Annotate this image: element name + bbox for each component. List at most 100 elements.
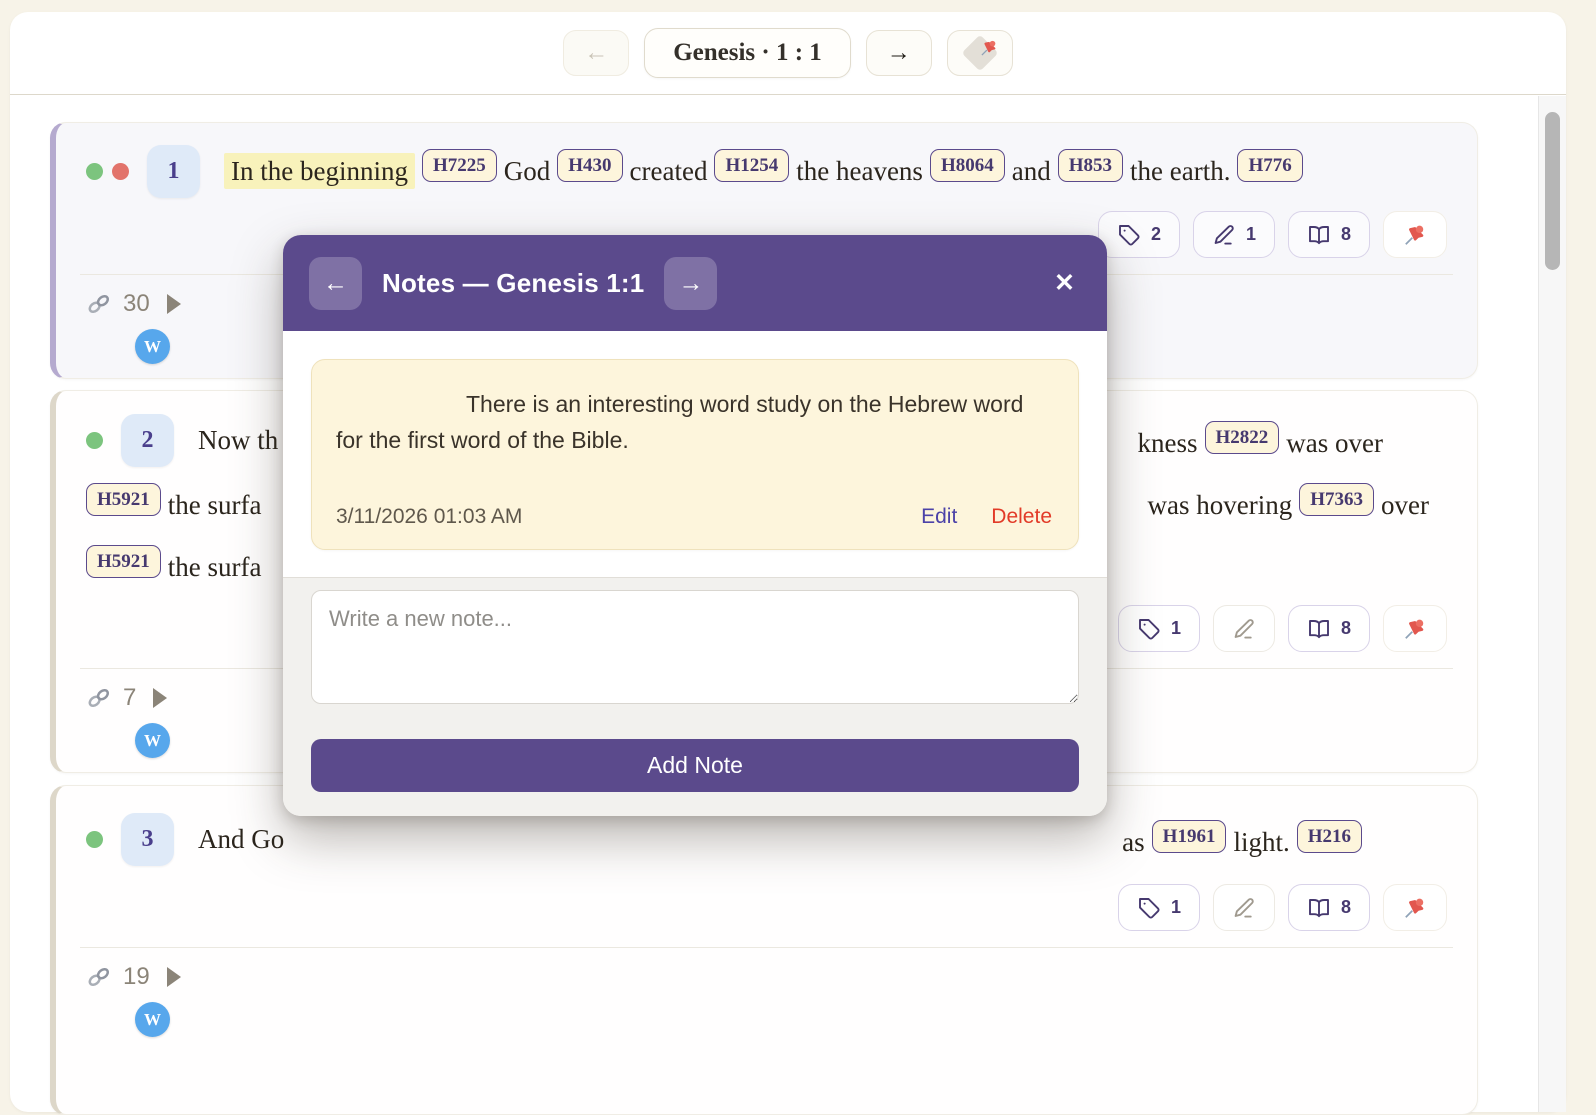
strongs-badge[interactable]: H2822	[1204, 421, 1280, 454]
strongs-badge[interactable]: H430	[557, 149, 623, 182]
tags-button[interactable]: 1	[1117, 605, 1200, 652]
verse-fragment: Now th	[198, 424, 279, 455]
verse-word: was hovering	[1147, 490, 1293, 520]
verse-3-links-row: 19	[86, 958, 1447, 996]
tags-button[interactable]: 1	[1117, 884, 1200, 931]
wikipedia-icon[interactable]: W	[135, 329, 170, 364]
notes-button[interactable]	[1212, 884, 1275, 931]
arrow-right-icon: →	[678, 268, 704, 297]
pencil-icon	[1234, 618, 1254, 639]
tag-count: 1	[1170, 618, 1181, 638]
strongs-badge[interactable]: H7225	[421, 149, 497, 182]
wikipedia-icon[interactable]: W	[135, 1002, 170, 1037]
close-icon[interactable]: ✕	[1048, 262, 1081, 304]
link-count: 7	[123, 684, 137, 711]
strongs-badge[interactable]: H1254	[714, 149, 790, 182]
cross-references-button[interactable]: 8	[1287, 605, 1370, 652]
reference-count: 8	[1340, 897, 1351, 917]
verse-fragment: H5921 the surfa	[86, 545, 262, 583]
pushpin-icon	[1404, 897, 1425, 918]
verse-word: God	[503, 156, 551, 186]
notes-button[interactable]	[1212, 605, 1275, 652]
add-note-button[interactable]: Add Note	[311, 738, 1079, 792]
red-status-dot	[112, 162, 129, 180]
verse-fragment: was hovering H7363 over	[1148, 483, 1429, 521]
strongs-badge[interactable]: H7363	[1299, 483, 1375, 516]
book-icon	[1309, 225, 1329, 244]
verse-reference[interactable]: Genesis · 1 : 1	[644, 28, 851, 78]
tag-icon	[1119, 224, 1140, 246]
new-note-input[interactable]	[311, 589, 1079, 704]
green-status-dot	[86, 830, 103, 848]
tags-button[interactable]: 2	[1097, 211, 1180, 258]
strongs-badge[interactable]: H1961	[1151, 820, 1227, 853]
scrollbar-thumb[interactable]	[1545, 112, 1560, 270]
pushpin-icon	[1404, 224, 1425, 245]
delete-note-link[interactable]: Delete	[991, 505, 1052, 529]
notes-button[interactable]: 1	[1192, 211, 1275, 258]
note-actions: Edit Delete	[921, 505, 1052, 529]
expand-links-icon[interactable]	[153, 688, 168, 708]
note-count: 1	[1245, 224, 1256, 244]
tag-icon	[1139, 897, 1160, 919]
tag-count: 1	[1170, 897, 1181, 917]
verse-word: kness	[1137, 428, 1198, 458]
verse-word: the surfa	[167, 552, 262, 582]
green-status-dot	[86, 431, 103, 449]
note-card: There is an interesting word study on th…	[311, 359, 1079, 550]
link-count: 19	[123, 963, 150, 990]
verse-word: created	[629, 156, 708, 186]
next-verse-notes-button[interactable]: →	[664, 256, 718, 310]
link-count: 30	[123, 290, 150, 317]
notes-modal-title: Notes — Genesis 1:1	[382, 267, 645, 298]
expand-links-icon[interactable]	[166, 294, 181, 314]
verse-fragment: And Go	[198, 823, 285, 854]
previous-verse-button[interactable]: ←	[563, 30, 630, 76]
strongs-badge[interactable]: H853	[1057, 149, 1123, 182]
expand-links-icon[interactable]	[166, 967, 181, 987]
arrow-left-icon: ←	[584, 39, 609, 66]
notes-modal-header: ← Notes — Genesis 1:1 → ✕	[283, 235, 1107, 331]
next-verse-button[interactable]: →	[865, 30, 932, 76]
strongs-badge[interactable]: H5921	[86, 545, 161, 578]
pin-verse-button[interactable]	[1383, 211, 1447, 258]
wikipedia-icon[interactable]: W	[135, 723, 170, 758]
pin-verse-button[interactable]	[1383, 884, 1447, 931]
arrow-left-icon: ←	[323, 268, 348, 297]
verse-fragment: as H1961 light. H216	[1122, 820, 1369, 858]
book-icon	[1309, 619, 1329, 638]
strongs-badge[interactable]: H8064	[929, 149, 1005, 182]
verse-3-start: 3 And Go	[86, 812, 285, 866]
reference-count: 8	[1340, 618, 1351, 638]
verse-fragment: kness H2822 was over	[1137, 421, 1383, 459]
arrow-right-icon: →	[886, 39, 911, 66]
highlighted-word[interactable]: In the beginning	[224, 153, 415, 189]
strongs-badge[interactable]: H5921	[86, 483, 161, 516]
verse-word: and	[1011, 156, 1051, 186]
top-navigation-bar: ← Genesis · 1 : 1 →	[10, 12, 1566, 95]
verse-3-actions: 1 8	[86, 884, 1447, 931]
cross-references-button[interactable]: 8	[1287, 884, 1370, 931]
cross-references-button[interactable]: 8	[1287, 211, 1370, 258]
verse-word: as	[1122, 827, 1145, 857]
strongs-badge[interactable]: H776	[1237, 149, 1303, 182]
edit-note-link[interactable]: Edit	[921, 505, 957, 529]
tag-count: 2	[1150, 224, 1161, 244]
notes-modal: ← Notes — Genesis 1:1 → ✕ There is an in…	[283, 235, 1107, 816]
verse-2-start: 2 Now th	[86, 413, 279, 467]
pushpin-icon	[1404, 618, 1425, 639]
verse-fragment: H5921 the surfa	[86, 483, 262, 521]
link-icon	[86, 293, 111, 315]
note-timestamp: 3/11/2026 01:03 AM	[336, 504, 523, 528]
pencil-icon	[1214, 224, 1234, 245]
pinned-notes-button[interactable]	[946, 30, 1013, 76]
verse-word: the earth.	[1130, 156, 1231, 186]
strongs-badge[interactable]: H216	[1296, 820, 1362, 853]
note-text: There is an interesting word study on th…	[336, 391, 1024, 454]
link-icon	[86, 687, 111, 709]
pin-verse-button[interactable]	[1383, 605, 1447, 652]
previous-verse-notes-button[interactable]: ←	[309, 256, 362, 310]
scrollbar-track[interactable]	[1538, 96, 1566, 1112]
divider	[80, 947, 1453, 948]
notes-list: There is an interesting word study on th…	[283, 331, 1107, 577]
